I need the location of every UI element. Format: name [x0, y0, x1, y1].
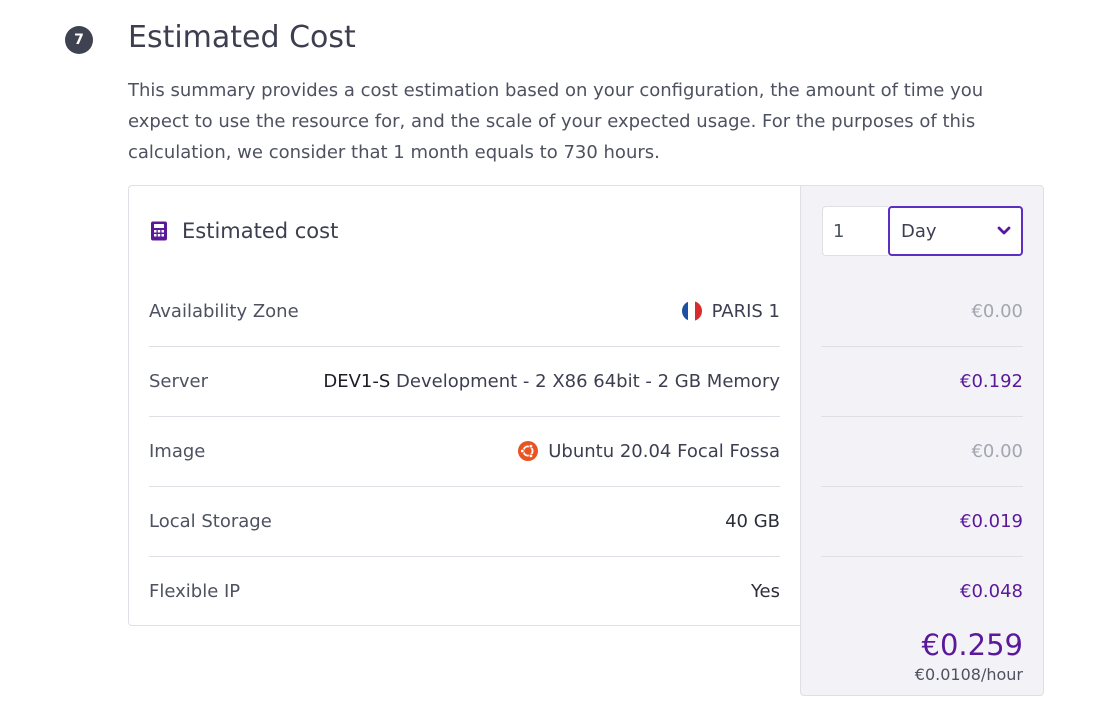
row-value: DEV1-S Development - 2 X86 64bit - 2 GB …: [323, 371, 780, 392]
period-select[interactable]: Day: [888, 206, 1023, 256]
france-flag-icon: [681, 301, 702, 321]
row-label: Server: [149, 370, 209, 392]
availability-zone-value: PARIS 1: [711, 300, 780, 322]
row-label: Availability Zone: [149, 300, 299, 322]
calculator-icon: [151, 221, 167, 241]
step-number-badge: 7: [65, 26, 93, 54]
total-cost: €0.259 €0.0108/hour: [821, 626, 1023, 686]
cost-row-flexible-ip: Flexible IP Yes: [149, 556, 780, 626]
server-description: Development - 2 X86 64bit - 2 GB Memory: [396, 370, 780, 392]
row-price: €0.048: [960, 580, 1023, 602]
local-storage-value: 40 GB: [725, 510, 780, 532]
duration-quantity-input[interactable]: [822, 206, 888, 256]
row-price: €0.00: [821, 416, 1023, 487]
total-amount: €0.259: [921, 628, 1023, 662]
cost-row-availability-zone: Availability Zone PARIS 1: [149, 276, 780, 347]
row-price: €0.019: [821, 486, 1023, 557]
card-title: Estimated cost: [182, 219, 339, 243]
image-value: Ubuntu 20.04 Focal Fossa: [548, 440, 780, 462]
server-type: DEV1-S: [323, 370, 391, 392]
cost-row-local-storage: Local Storage 40 GB: [149, 486, 780, 557]
row-label: Local Storage: [149, 510, 272, 532]
row-label: Flexible IP: [149, 580, 241, 602]
cost-row-image: Image Ubuntu 20.04 Focal Fossa: [149, 416, 780, 487]
row-label: Image: [149, 440, 206, 462]
row-price: €0.00: [821, 276, 1023, 347]
flexible-ip-value: Yes: [750, 580, 780, 602]
row-price: €0.192: [821, 346, 1023, 417]
card-header: Estimated cost: [150, 210, 338, 252]
ubuntu-icon: [518, 441, 539, 461]
chevron-down-icon: [997, 226, 1011, 235]
section-title: Estimated Cost: [128, 20, 356, 55]
section-description: This summary provides a cost estimation …: [128, 80, 984, 163]
period-select-value: Day: [901, 220, 937, 242]
row-value: Ubuntu 20.04 Focal Fossa: [518, 441, 780, 462]
total-per-hour: €0.0108/hour: [914, 665, 1023, 684]
row-value: PARIS 1: [681, 300, 780, 322]
cost-row-server: Server DEV1-S Development - 2 X86 64bit …: [149, 346, 780, 417]
